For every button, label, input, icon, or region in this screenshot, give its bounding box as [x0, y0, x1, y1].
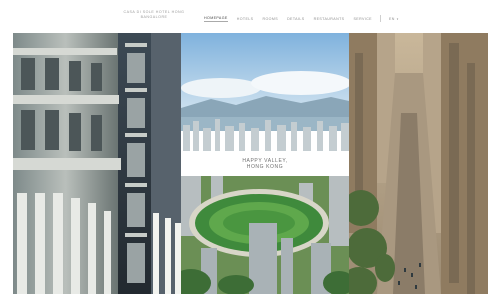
- panel-architecture[interactable]: [13, 33, 181, 294]
- panel-avenue[interactable]: [349, 33, 488, 294]
- language-label: EN: [388, 16, 395, 21]
- site-header: CASA DI SOLE HOTEL HONG BANGALORE HOMEPA…: [0, 0, 503, 33]
- nav-service[interactable]: SERVICE: [353, 17, 372, 21]
- site-logo[interactable]: CASA DI SOLE HOTEL HONG BANGALORE: [118, 10, 190, 19]
- nav-details[interactable]: DETAILS: [287, 17, 305, 21]
- panel-caption: HAPPY VALLEY, HONG KONG: [181, 151, 349, 176]
- nav-rooms[interactable]: ROOMS: [262, 17, 278, 21]
- main-nav: HOMEPAGE HOTELS ROOMS DETAILS RESTAURANT…: [204, 15, 399, 22]
- logo-line-1: CASA DI SOLE HOTEL HONG: [123, 10, 185, 14]
- page-margin-right: [488, 33, 503, 294]
- nav-divider: [379, 15, 381, 22]
- avenue-image: [349, 33, 488, 294]
- nav-restaurants[interactable]: RESTAURANTS: [314, 17, 345, 21]
- panel-happy-valley[interactable]: HAPPY VALLEY, HONG KONG: [181, 33, 349, 294]
- nav-homepage[interactable]: HOMEPAGE: [204, 16, 228, 22]
- caption-line-2: HONG KONG: [246, 163, 284, 170]
- page-margin-left: [0, 33, 13, 294]
- nav-hotels[interactable]: HOTELS: [237, 17, 254, 21]
- hero-panels: HAPPY VALLEY, HONG KONG: [13, 33, 488, 294]
- logo-line-2: BANGALORE: [140, 14, 168, 19]
- language-selector[interactable]: EN ▾: [389, 17, 399, 21]
- architecture-image: [13, 33, 181, 294]
- chevron-down-icon: ▾: [396, 16, 399, 21]
